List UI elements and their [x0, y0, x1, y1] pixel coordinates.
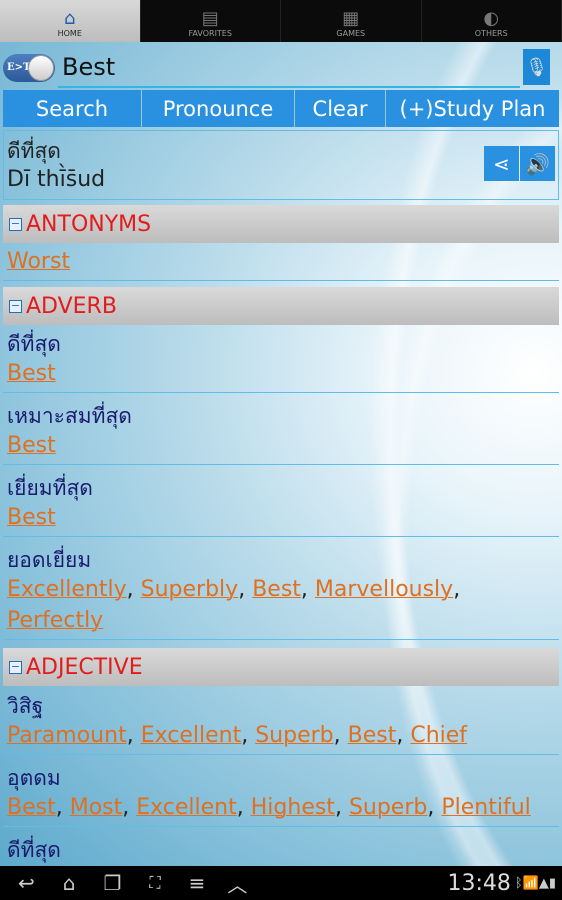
thai-meaning: ดีที่สุด [7, 332, 61, 356]
pronounce-button[interactable]: Pronounce [142, 90, 294, 127]
tab-home[interactable]: ⌂ HOME [0, 0, 141, 42]
language-toggle[interactable]: E>T [3, 54, 55, 82]
synonym-link[interactable]: Plentiful [441, 795, 530, 820]
synonym-link[interactable]: Best [7, 505, 56, 530]
synonym-link[interactable]: Paramount [7, 723, 127, 748]
clipboard-icon: ▤ [201, 8, 219, 29]
separator: , [334, 795, 349, 820]
synonym-link[interactable]: Best [252, 577, 301, 602]
definition-row: อุตดม Best, Most, Excellent, Highest, Sup… [3, 761, 559, 827]
section-header[interactable]: − ADJECTIVE [3, 648, 559, 686]
screenshot-icon[interactable]: ⛶ [149, 873, 160, 893]
separator: , [333, 723, 348, 748]
separator: , [241, 723, 256, 748]
tab-favorites[interactable]: ▤ FAVORITES [141, 0, 281, 42]
microphone-button[interactable]: 🎙 [523, 49, 550, 85]
status-icons: ᛒ📶▲▮ [514, 875, 556, 891]
share-icon: ⋖ [493, 151, 510, 176]
synonym-link[interactable]: Superb [255, 723, 333, 748]
synonym-link[interactable]: Highest [251, 795, 335, 820]
synonym-link[interactable]: Best [7, 795, 56, 820]
main-content: E>T 🎙 Search Pronounce Clear (+)Study Pl… [0, 42, 562, 866]
separator: , [122, 795, 137, 820]
definition-row: ดีที่สุด Best [3, 327, 559, 393]
synonym-link[interactable]: Best [348, 723, 397, 748]
definition-row: Worst [3, 245, 559, 281]
thai-meaning: วิสิฐ [7, 694, 44, 718]
tab-others[interactable]: ◐ OTHERS [422, 0, 562, 42]
section-header[interactable]: − ANTONYMS [3, 205, 559, 243]
speaker-button[interactable]: 🔊 [520, 146, 555, 181]
separator: , [126, 577, 141, 602]
separator: , [126, 723, 141, 748]
synonym-link[interactable]: Marvellously [315, 577, 453, 602]
section-title: ADVERB [26, 293, 117, 319]
thai-meaning: อุตดม [7, 766, 61, 790]
collapse-icon: − [9, 298, 22, 313]
system-nav-bar: ↩ ⌂ ❐ ⛶ ≡ ︿ 13:48 ᛒ📶▲▮ [0, 866, 562, 900]
synonym-link[interactable]: Best [7, 433, 56, 458]
thai-meaning: ยอดเยี่ยม [7, 548, 92, 572]
top-tab-bar: ⌂ HOME ▤ FAVORITES ▦ GAMES ◐ OTHERS [0, 0, 562, 42]
collapse-icon: − [9, 659, 22, 674]
section-title: ANTONYMS [26, 211, 152, 237]
abacus-icon: ▦ [342, 8, 360, 29]
section-header[interactable]: − ADVERB [3, 287, 559, 325]
separator: , [238, 577, 253, 602]
separator: , [453, 577, 461, 602]
result-box: ดีที่สุด Dī thī̀s̄ud ⋖ 🔊 [3, 130, 559, 200]
synonym-link[interactable]: Worst [7, 249, 70, 274]
chevron-up-icon[interactable]: ︿ [227, 869, 247, 898]
synonym-link[interactable]: Superbly [141, 577, 239, 602]
speaker-icon: 🔊 [525, 151, 550, 176]
section-title: ADJECTIVE [26, 654, 143, 680]
back-icon[interactable]: ↩ [18, 871, 35, 895]
clear-button[interactable]: Clear [295, 90, 385, 127]
synonym-link[interactable]: Excellent [136, 795, 237, 820]
separator: , [427, 795, 442, 820]
definition-row: ยอดเยี่ยม Excellently, Superbly, Best, Ma… [3, 543, 559, 640]
separator: , [300, 577, 315, 602]
home-icon: ⌂ [64, 8, 76, 29]
separator: , [236, 795, 251, 820]
clock: 13:48 [447, 870, 511, 896]
search-button[interactable]: Search [3, 90, 141, 127]
share-button[interactable]: ⋖ [484, 146, 519, 181]
tab-label: OTHERS [474, 29, 508, 38]
study-plan-button[interactable]: (+)Study Plan [386, 90, 559, 127]
tab-label: HOME [57, 29, 82, 38]
synonym-link[interactable]: Chief [410, 723, 467, 748]
synonym-link[interactable]: Superb [349, 795, 427, 820]
recent-apps-icon[interactable]: ❐ [103, 871, 121, 895]
pie-icon: ◐ [483, 8, 500, 29]
separator: , [55, 795, 70, 820]
separator: , [396, 723, 411, 748]
definition-row: วิสิฐ Paramount, Excellent, Superb, Best,… [3, 689, 559, 755]
search-input[interactable] [58, 48, 520, 88]
synonym-link[interactable]: Perfectly [7, 608, 103, 633]
tab-label: FAVORITES [188, 29, 232, 38]
thai-meaning: ดีที่สุด [7, 838, 61, 862]
definition-row: เยี่ยมที่สุด Best [3, 471, 559, 537]
home-nav-icon[interactable]: ⌂ [63, 871, 76, 895]
result-phonetic: Dī thī̀s̄ud [7, 167, 106, 192]
synonym-link[interactable]: Most [70, 795, 123, 820]
thai-meaning: เยี่ยมที่สุด [7, 476, 93, 500]
definition-row: ดีที่สุด [3, 833, 559, 866]
definition-row: เหมาะสมที่สุด Best [3, 399, 559, 465]
collapse-icon: − [9, 216, 22, 231]
tab-label: GAMES [336, 29, 366, 38]
synonym-link[interactable]: Excellently [7, 577, 127, 602]
synonym-link[interactable]: Excellent [141, 723, 242, 748]
toggle-knob [28, 55, 54, 81]
microphone-icon: 🎙 [525, 56, 548, 78]
action-buttons: Search Pronounce Clear (+)Study Plan [3, 90, 559, 127]
result-thai: ดีที่สุด [7, 139, 61, 163]
menu-icon[interactable]: ≡ [189, 871, 206, 895]
thai-meaning: เหมาะสมที่สุด [7, 404, 132, 428]
tab-games[interactable]: ▦ GAMES [281, 0, 422, 42]
synonym-link[interactable]: Best [7, 361, 56, 386]
toggle-label: E>T [7, 62, 31, 73]
